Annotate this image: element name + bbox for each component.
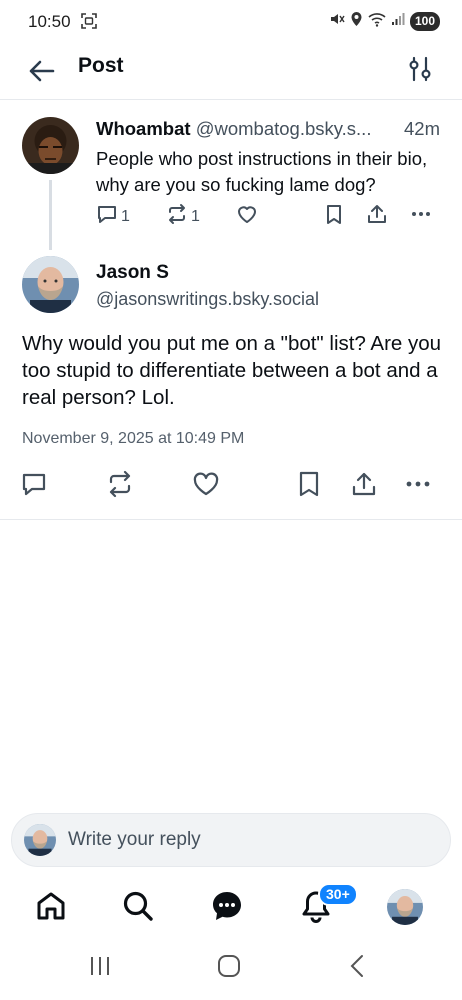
divider [0,519,462,520]
system-nav [0,945,462,1000]
screenshot-icon [80,12,98,35]
reply-icon [96,203,118,230]
location-icon [350,11,363,32]
parent-like-button[interactable] [236,203,258,230]
share-icon [366,203,388,230]
thread-line [49,180,52,250]
home-system-button[interactable] [216,953,242,984]
more-icon [410,203,432,230]
parent-post-text: People who post instructions in their bi… [96,148,428,195]
main-author-name[interactable]: Jason S [96,262,169,284]
parent-reply-button[interactable]: 1 [96,203,130,230]
parent-author-name[interactable]: Whoambat [96,118,191,139]
mute-icon [329,11,345,32]
page-title: Post [78,54,124,77]
nav-home[interactable] [31,888,71,928]
back-arrow-icon [26,60,56,90]
parent-bookmark-button[interactable] [324,203,344,230]
sliders-icon [406,56,434,88]
main-reply-button[interactable] [20,470,48,503]
chat-icon [210,889,244,928]
parent-author-avatar[interactable] [22,117,79,174]
parent-repost-button[interactable]: 1 [166,203,200,230]
recents-button[interactable] [88,953,112,984]
nav-search[interactable] [118,888,158,928]
main-post-text: Why would you put me on a "bot" list? Ar… [22,332,442,409]
main-post-date: November 9, 2025 at 10:49 PM [22,430,245,447]
like-icon [192,472,220,502]
status-bar: 10:50 100 [0,0,462,42]
main-author-handle[interactable]: @jasonswritings.bsky.social [96,289,319,310]
reply-placeholder: Write your reply [68,829,201,850]
repost-icon [166,203,188,230]
parent-repost-count: 1 [191,207,200,225]
main-post-actions [20,470,440,500]
recents-icon [88,957,112,983]
notification-badge: 30+ [318,883,358,906]
chevron-left-icon [346,955,370,983]
parent-more-button[interactable] [410,203,432,230]
reply-icon [20,473,48,502]
signal-icon [391,12,405,31]
share-icon [350,472,378,502]
back-button[interactable] [26,56,56,86]
more-icon [404,481,432,502]
main-author-avatar[interactable] [22,256,79,313]
parent-timestamp: 42m [400,118,440,140]
reply-avatar [24,824,56,856]
bookmark-icon [296,471,322,502]
parent-share-button[interactable] [366,203,388,230]
wifi-icon [368,12,386,32]
main-more-button[interactable] [404,470,432,503]
bookmark-icon [324,203,344,230]
nav-chat[interactable] [207,888,247,928]
header: Post [0,42,462,100]
repost-icon [106,470,134,502]
status-icons: 100 [329,11,440,32]
parent-post-actions: 1 1 [96,203,440,229]
parent-reply-count: 1 [121,207,130,225]
parent-author-handle[interactable]: @wombatog.bsky.s... [196,118,372,139]
main-bookmark-button[interactable] [296,470,322,503]
reply-input[interactable]: Write your reply [11,813,451,867]
main-share-button[interactable] [350,470,378,503]
home-circle-icon [216,955,242,983]
home-icon [34,889,68,928]
main-repost-button[interactable] [106,470,134,503]
nav-profile[interactable] [387,889,423,925]
search-icon [121,889,155,928]
parent-author-line[interactable]: Whoambat @wombatog.bsky.s... [96,118,444,140]
status-time: 10:50 [28,12,71,31]
like-icon [236,203,258,230]
thread-settings-button[interactable] [406,54,434,84]
system-back-button[interactable] [346,953,370,984]
battery-indicator: 100 [409,12,440,31]
main-like-button[interactable] [192,470,220,503]
